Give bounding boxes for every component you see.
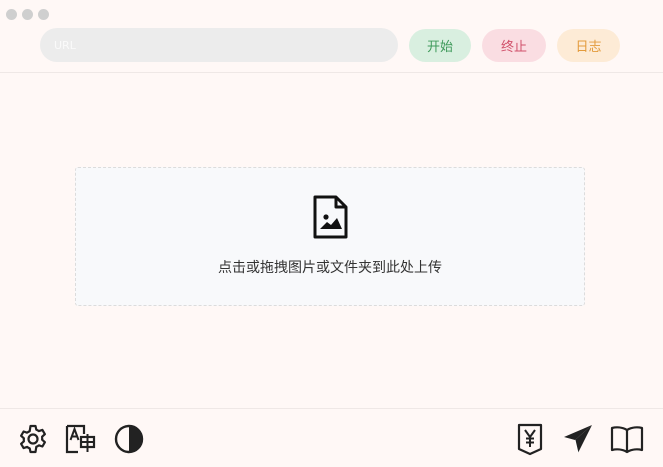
book-icon (610, 426, 644, 454)
upload-dropzone[interactable]: 点击或拖拽图片或文件夹到此处上传 (75, 167, 585, 306)
gear-icon (20, 424, 46, 454)
docs-button[interactable] (610, 422, 644, 456)
url-input[interactable] (40, 28, 398, 62)
donate-button[interactable] (513, 422, 547, 456)
stop-button[interactable]: 终止 (482, 29, 546, 62)
translate-button[interactable] (64, 422, 98, 456)
app-window: 开始 终止 日志 点击或拖拽图片或文件夹到此处上传 (0, 0, 663, 467)
dropzone-hint: 点击或拖拽图片或文件夹到此处上传 (218, 260, 442, 276)
settings-button[interactable] (16, 422, 50, 456)
toolbar: 开始 终止 日志 (0, 0, 663, 73)
send-icon (564, 425, 592, 454)
file-image-icon (313, 195, 348, 239)
start-button[interactable]: 开始 (409, 29, 471, 62)
yen-icon (517, 423, 543, 456)
theme-toggle-button[interactable] (112, 422, 146, 456)
log-button[interactable]: 日志 (557, 29, 620, 62)
bottom-bar (0, 408, 663, 467)
send-button[interactable] (561, 422, 595, 456)
contrast-icon (114, 424, 144, 454)
translate-icon (65, 424, 96, 454)
